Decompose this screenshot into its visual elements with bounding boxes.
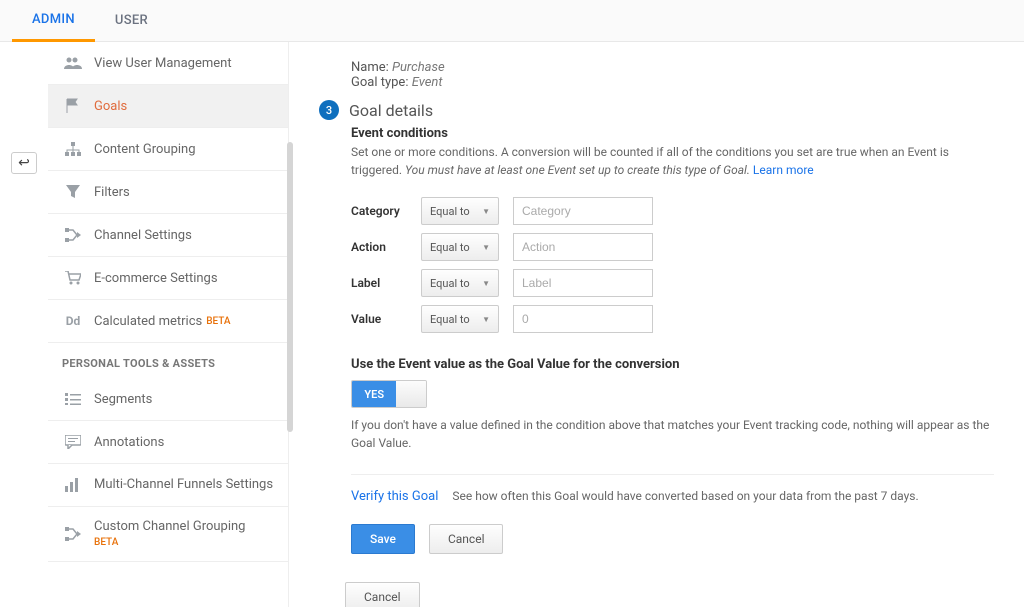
funnel-icon [62, 183, 84, 201]
speech-icon [62, 433, 84, 451]
main-content: Name: Purchase Goal type: Event 3 Goal d… [288, 42, 1024, 607]
sidebar-item-label: Segments [94, 392, 152, 407]
chevron-down-icon: ▼ [482, 279, 490, 288]
sidebar-item-label: Content Grouping [94, 142, 196, 157]
sidebar-item-calculated-metrics[interactable]: Dd Calculated metrics BETA [48, 300, 288, 343]
cancel-button[interactable]: Cancel [429, 524, 504, 554]
toggle-handle [396, 381, 426, 407]
save-button[interactable]: Save [351, 524, 415, 554]
cond-label-label: Label [351, 276, 421, 290]
sidebar-item-label: Goals [94, 99, 127, 114]
tab-admin[interactable]: ADMIN [12, 0, 95, 42]
step-number-badge: 3 [319, 100, 339, 120]
sidebar-item-annotations[interactable]: Annotations [48, 421, 288, 464]
cond-label-input[interactable] [513, 269, 653, 297]
cart-icon [62, 269, 84, 287]
segments-icon [62, 390, 84, 408]
scrollbar[interactable] [287, 142, 293, 432]
sidebar-item-label: Calculated metrics [94, 314, 202, 329]
flag-icon [62, 97, 84, 115]
channel-icon [62, 525, 84, 543]
sidebar-item-custom-channel[interactable]: Custom Channel Grouping BETA [48, 507, 288, 562]
sidebar-item-content-grouping[interactable]: Content Grouping [48, 128, 288, 171]
step-title: Goal details [349, 101, 433, 120]
goal-value-toggle-help: If you don't have a value defined in the… [351, 416, 994, 452]
sidebar-item-goals[interactable]: Goals [48, 85, 288, 128]
channel-icon [62, 226, 84, 244]
chevron-down-icon: ▼ [482, 315, 490, 324]
chevron-down-icon: ▼ [482, 207, 490, 216]
sidebar-item-mcf-settings[interactable]: Multi-Channel Funnels Settings [48, 464, 288, 507]
goal-name-line: Name: Purchase [351, 60, 994, 75]
cond-category-input[interactable] [513, 197, 653, 225]
sidebar-item-label: Annotations [94, 435, 164, 450]
beta-tag: BETA [206, 316, 230, 327]
back-arrow-icon: ↩ [18, 155, 30, 171]
sidebar-item-ecommerce[interactable]: E-commerce Settings [48, 257, 288, 300]
verify-goal-link[interactable]: Verify this Goal [351, 489, 438, 504]
cond-value-operator[interactable]: Equal to▼ [421, 305, 499, 333]
verify-goal-help: See how often this Goal would have conve… [452, 489, 918, 503]
event-conditions-heading: Event conditions [351, 126, 994, 141]
goal-type-line: Goal type: Event [351, 75, 994, 90]
learn-more-link[interactable]: Learn more [753, 163, 814, 177]
dd-icon: Dd [62, 312, 84, 330]
goal-value-toggle[interactable]: YES [351, 380, 427, 408]
cond-action-label: Action [351, 240, 421, 254]
sidebar-item-label: Multi-Channel Funnels Settings [94, 477, 273, 493]
beta-tag: BETA [94, 537, 118, 548]
sidebar-item-label: Channel Settings [94, 228, 192, 243]
sidebar-item-segments[interactable]: Segments [48, 378, 288, 421]
sidebar-item-label: E-commerce Settings [94, 271, 218, 286]
tab-user[interactable]: USER [95, 0, 168, 42]
cond-label-operator[interactable]: Equal to▼ [421, 269, 499, 297]
cond-category-label: Category [351, 204, 421, 218]
sidebar-item-label: Custom Channel Grouping [94, 519, 246, 534]
chevron-down-icon: ▼ [482, 243, 490, 252]
top-tabs: ADMIN USER [0, 0, 1024, 42]
sidebar-section-header: PERSONAL TOOLS & ASSETS [48, 343, 288, 378]
sidebar-item-user-management[interactable]: View User Management [48, 42, 288, 85]
cond-action-input[interactable] [513, 233, 653, 261]
event-conditions-help: Set one or more conditions. A conversion… [351, 143, 994, 179]
sidebar-item-channel-settings[interactable]: Channel Settings [48, 214, 288, 257]
users-icon [62, 54, 84, 72]
cond-value-label: Value [351, 312, 421, 326]
toggle-yes-label: YES [352, 381, 396, 407]
cond-action-operator[interactable]: Equal to▼ [421, 233, 499, 261]
sidebar-item-filters[interactable]: Filters [48, 171, 288, 214]
sidebar-item-label: Filters [94, 185, 130, 200]
sidebar: View User Management Goals Content Group… [48, 42, 288, 607]
hierarchy-icon [62, 140, 84, 158]
cond-value-input[interactable] [513, 305, 653, 333]
outer-cancel-button[interactable]: Cancel [345, 582, 420, 607]
bars-icon [62, 476, 84, 494]
sidebar-item-label: View User Management [94, 56, 232, 71]
back-button[interactable]: ↩ [11, 152, 37, 174]
cond-category-operator[interactable]: Equal to▼ [421, 197, 499, 225]
goal-value-toggle-heading: Use the Event value as the Goal Value fo… [351, 357, 994, 372]
